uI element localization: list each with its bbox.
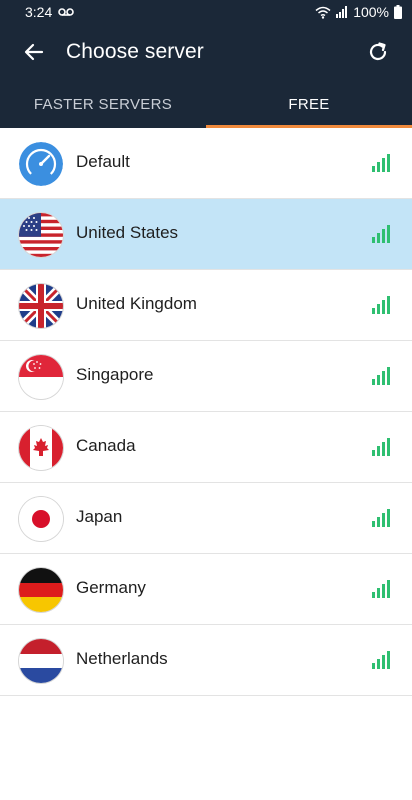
battery-icon — [394, 5, 402, 19]
speedometer-icon — [19, 142, 63, 186]
uk-flag-icon — [19, 284, 63, 328]
server-row-united-kingdom[interactable]: United Kingdom — [0, 270, 412, 341]
server-row-default[interactable]: Default — [0, 128, 412, 199]
server-row-singapore[interactable]: Singapore — [0, 341, 412, 412]
us-flag-icon — [19, 213, 63, 257]
tab-bar: FASTER SERVERS FREE — [0, 80, 412, 128]
netherlands-flag-icon — [19, 639, 63, 683]
server-name: Default — [76, 152, 130, 171]
signal-strength-icon — [372, 580, 390, 598]
voicemail-icon — [58, 8, 75, 16]
server-name: United Kingdom — [76, 294, 197, 313]
server-name: Singapore — [76, 365, 154, 384]
status-bar: 3:24 100% — [0, 0, 412, 24]
server-list: Default United States United Kingdom Sin… — [0, 128, 412, 696]
canada-flag-icon — [19, 426, 63, 470]
singapore-flag-icon — [19, 355, 63, 399]
server-row-canada[interactable]: Canada — [0, 412, 412, 483]
server-row-germany[interactable]: Germany — [0, 554, 412, 625]
server-name: United States — [76, 223, 179, 242]
arrow-left-icon — [24, 43, 44, 61]
signal-strength-icon — [372, 438, 390, 456]
cell-signal-icon — [336, 6, 348, 18]
status-right: 100% — [315, 4, 402, 20]
signal-strength-icon — [372, 509, 390, 527]
wifi-icon — [315, 6, 331, 19]
signal-strength-icon — [372, 367, 390, 385]
server-name: Japan — [76, 507, 123, 526]
battery-percent: 100% — [353, 4, 389, 20]
status-time: 3:24 — [25, 4, 53, 20]
signal-strength-icon — [372, 651, 390, 669]
app-bar: Choose server — [0, 24, 412, 80]
server-name: Germany — [76, 578, 146, 597]
signal-strength-icon — [372, 296, 390, 314]
japan-flag-icon — [19, 497, 63, 541]
server-row-netherlands[interactable]: Netherlands — [0, 625, 412, 696]
refresh-icon — [369, 42, 387, 61]
germany-flag-icon — [19, 568, 63, 612]
server-name: Canada — [76, 436, 136, 455]
signal-strength-icon — [372, 225, 390, 243]
back-button[interactable] — [22, 40, 46, 64]
status-left: 3:24 — [25, 4, 75, 20]
signal-strength-icon — [372, 154, 390, 172]
tab-free[interactable]: FREE — [206, 80, 412, 128]
tab-faster-servers[interactable]: FASTER SERVERS — [0, 80, 206, 128]
server-name: Netherlands — [76, 649, 168, 668]
refresh-button[interactable] — [366, 40, 390, 64]
page-title: Choose server — [66, 40, 204, 63]
server-row-united-states[interactable]: United States — [0, 199, 412, 270]
server-row-japan[interactable]: Japan — [0, 483, 412, 554]
